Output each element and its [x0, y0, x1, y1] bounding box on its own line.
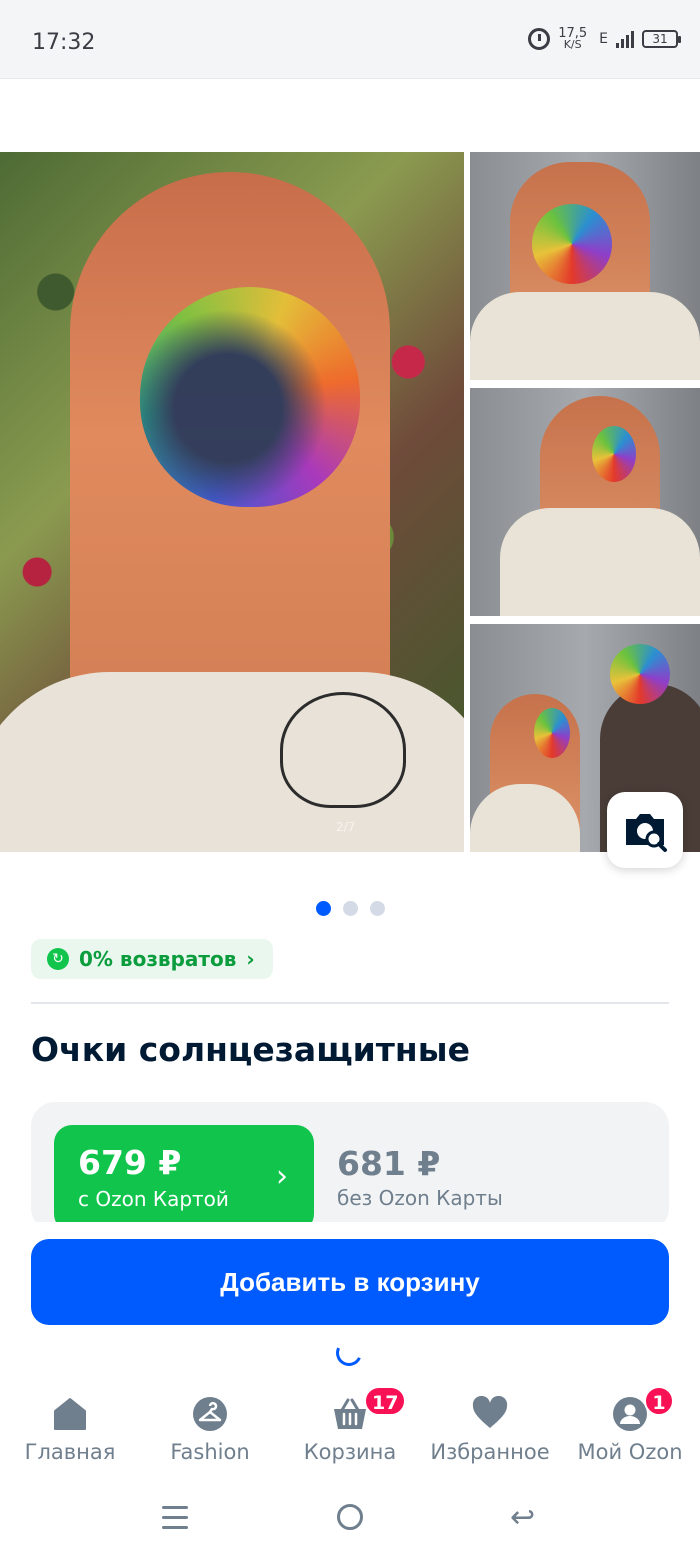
photo-bunny-print: [280, 692, 406, 808]
returns-label: 0% возвратов: [79, 947, 237, 971]
regular-price: 681 ₽: [337, 1144, 441, 1183]
bottom-tab-bar: Главная Fashion 17 Корзина Избранное 1 М…: [0, 1380, 700, 1480]
signal-icon: [616, 30, 634, 48]
heart-icon: [472, 1396, 508, 1428]
ozon-card-price: 679 ₽: [78, 1143, 182, 1182]
network-speed: 17,5 K/S: [558, 27, 587, 51]
divider: [31, 1002, 669, 1004]
ozon-card-price-note: с Ozon Картой: [78, 1187, 229, 1211]
pagination-dot-active[interactable]: [315, 901, 331, 916]
product-gallery[interactable]: 2/7: [0, 152, 700, 852]
product-photo-thumb-2[interactable]: [470, 388, 700, 616]
tab-home-label: Главная: [24, 1440, 116, 1464]
tab-my-ozon[interactable]: 1 Мой Ozon: [560, 1380, 700, 1480]
home-circle-icon[interactable]: [337, 1504, 363, 1530]
tab-favorites-label: Избранное: [430, 1440, 550, 1464]
loading-spinner-icon: [332, 1336, 366, 1370]
tab-fashion-label: Fashion: [170, 1440, 250, 1464]
product-photo-thumb-1[interactable]: [470, 152, 700, 380]
price-card: 679 ₽ с Ozon Картой › 681 ₽ без Ozon Кар…: [31, 1102, 669, 1232]
tab-fashion[interactable]: Fashion: [140, 1380, 280, 1480]
regular-price-note: без Ozon Карты: [337, 1186, 503, 1210]
chevron-right-icon: ›: [246, 947, 255, 971]
chevron-right-icon: ›: [276, 1159, 288, 1194]
hanger-icon: [193, 1397, 227, 1431]
home-icon: [54, 1398, 86, 1430]
status-indicators: 17,5 K/S E 31: [528, 27, 681, 51]
tab-home[interactable]: Главная: [0, 1380, 140, 1480]
return-arrow-icon: ↻: [47, 948, 69, 970]
network-type: E: [599, 31, 608, 47]
tab-favorites[interactable]: Избранное: [420, 1380, 560, 1480]
system-navigation-bar: ↩: [0, 1480, 700, 1556]
tab-cart[interactable]: 17 Корзина: [280, 1380, 420, 1480]
pagination-dot[interactable]: [369, 901, 385, 916]
ozon-card-price-button[interactable]: 679 ₽ с Ozon Картой ›: [54, 1125, 314, 1232]
photo-visor-shape: [140, 287, 360, 507]
cart-count-badge: 17: [364, 1386, 407, 1416]
back-arrow-icon[interactable]: ↩: [510, 1500, 535, 1535]
product-title: Очки солнцезащитные: [31, 1030, 470, 1069]
pagination-dot[interactable]: [342, 901, 358, 916]
status-bar: 17:32 17,5 K/S E 31: [0, 0, 700, 79]
image-search-button[interactable]: [607, 792, 683, 868]
returns-badge[interactable]: ↻ 0% возвратов ›: [31, 939, 273, 979]
network-speed-unit: K/S: [563, 38, 582, 51]
add-to-cart-button[interactable]: Добавить в корзину: [31, 1239, 669, 1325]
photo-counter: 2/7: [336, 820, 356, 834]
status-time: 17:32: [32, 30, 96, 55]
content-fade: [0, 1222, 700, 1240]
tab-my-ozon-label: Мой Ozon: [577, 1440, 683, 1464]
basket-icon: [334, 1398, 366, 1429]
camera-search-icon: [626, 814, 667, 852]
alarm-icon: [528, 28, 551, 50]
tab-cart-label: Корзина: [303, 1440, 397, 1464]
product-photo-main[interactable]: 2/7: [0, 152, 464, 852]
recent-apps-icon[interactable]: [162, 1506, 188, 1536]
battery-icon: 31: [642, 30, 681, 48]
gallery-pagination: [0, 901, 700, 916]
profile-notification-badge: 1: [644, 1386, 674, 1416]
profile-icon: [613, 1397, 647, 1431]
